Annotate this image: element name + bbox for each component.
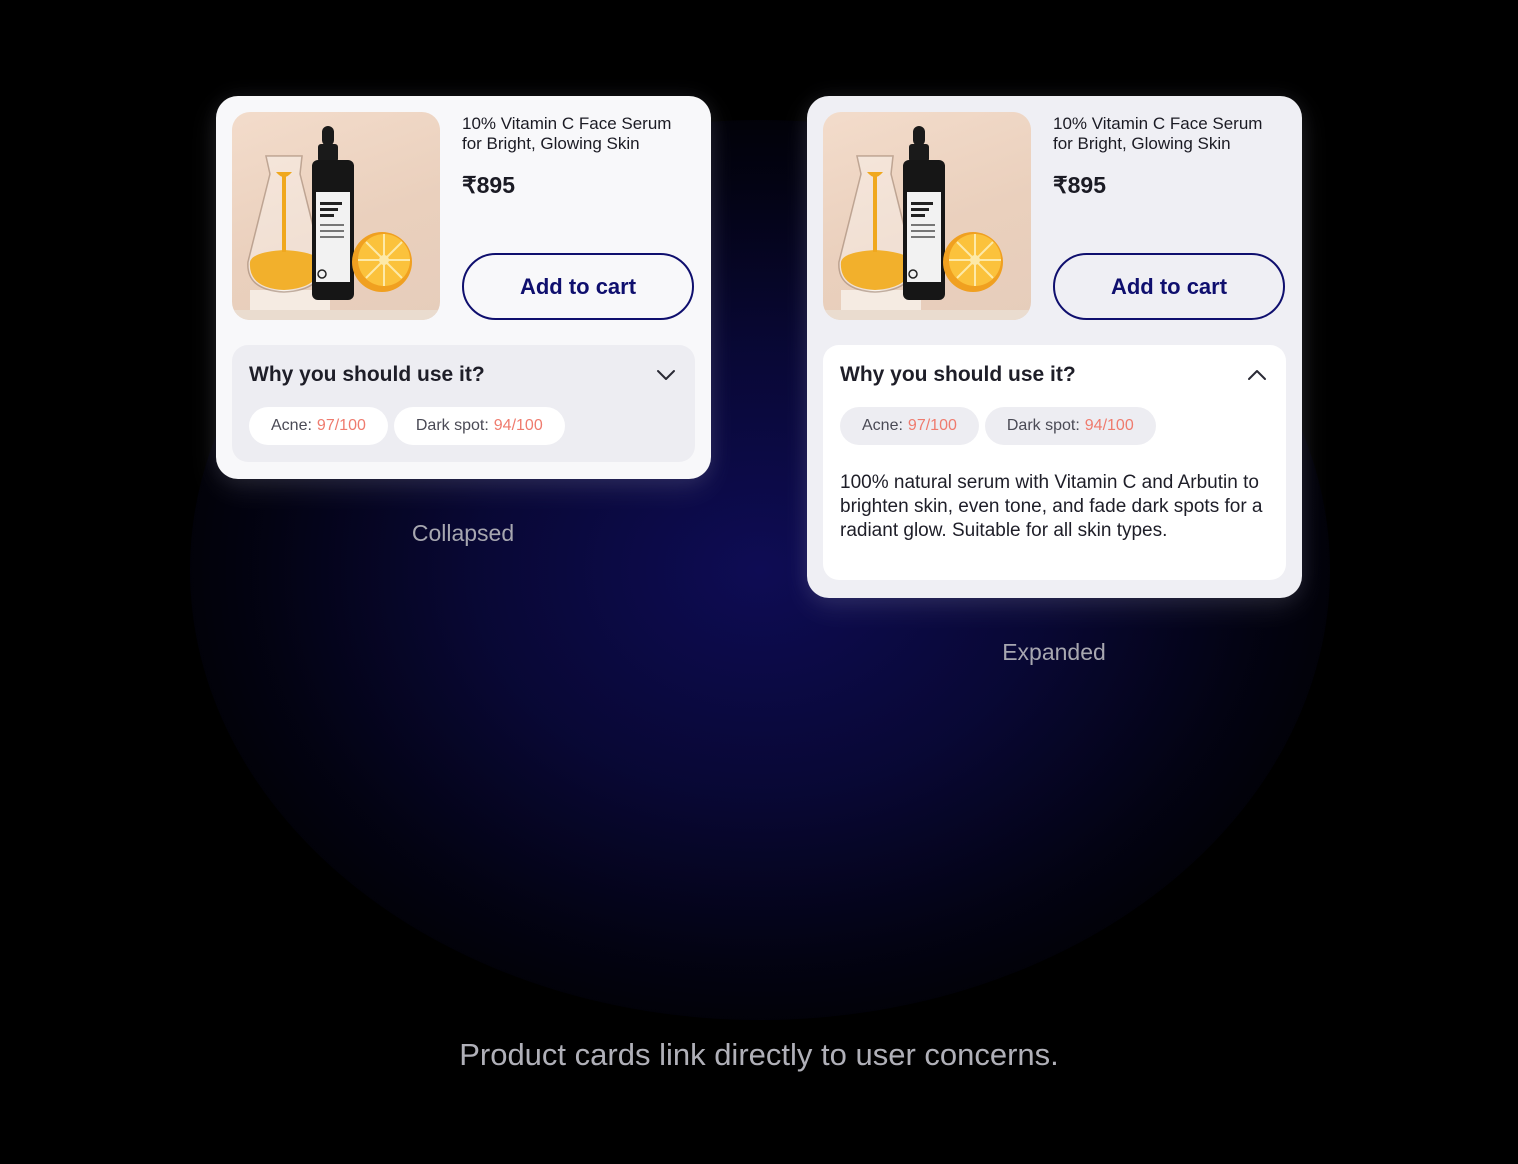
product-info: 10% Vitamin C Face Serum for Bright, Glo… xyxy=(462,112,695,320)
chip-label: Acne: xyxy=(862,417,903,434)
add-to-cart-button[interactable]: Add to cart xyxy=(1053,253,1285,320)
chevron-down-icon[interactable] xyxy=(654,363,678,387)
why-use-accordion[interactable]: Why you should use it? Acne: 97/100 Dark… xyxy=(232,345,695,462)
expanded-caption: Expanded xyxy=(1002,639,1106,665)
chip-value: 97/100 xyxy=(316,417,366,434)
chip-label: Acne: xyxy=(271,417,312,434)
score-chips: Acne: 97/100 Dark spot: 94/100 xyxy=(840,407,1269,445)
chip-value: 94/100 xyxy=(493,417,543,434)
product-image[interactable] xyxy=(232,112,440,320)
accordion-header[interactable]: Why you should use it? xyxy=(840,361,1269,389)
collapsed-caption: Collapsed xyxy=(411,520,515,546)
why-use-accordion[interactable]: Why you should use it? Acne: 97/100 Dark… xyxy=(823,345,1286,580)
footer-tagline: Product cards link directly to user conc… xyxy=(459,1037,1059,1072)
serum-bottle-icon xyxy=(232,126,440,320)
chip-value: 94/100 xyxy=(1084,417,1134,434)
chip-label: Dark spot: xyxy=(415,417,489,434)
accordion-title: Why you should use it? xyxy=(249,363,485,386)
product-summary: 10% Vitamin C Face Serum for Bright, Glo… xyxy=(232,112,695,320)
dark-spot-score-chip: Dark spot: 94/100 xyxy=(984,407,1156,445)
chip-value: 97/100 xyxy=(907,417,957,434)
score-chips: Acne: 97/100 Dark spot: 94/100 xyxy=(249,407,678,445)
add-to-cart-button[interactable]: Add to cart xyxy=(462,253,694,320)
acne-score-chip: Acne: 97/100 xyxy=(840,407,979,445)
product-title: 10% Vitamin C Face Serum for Bright, Glo… xyxy=(462,114,672,153)
product-title: 10% Vitamin C Face Serum for Bright, Glo… xyxy=(1053,114,1263,153)
chevron-up-icon[interactable] xyxy=(1245,363,1269,387)
chip-label: Dark spot: xyxy=(1006,417,1080,434)
accordion-title: Why you should use it? xyxy=(840,363,1076,386)
acne-score-chip: Acne: 97/100 xyxy=(249,407,388,445)
product-card-expanded[interactable]: 10% Vitamin C Face Serum for Bright, Glo… xyxy=(807,96,1302,598)
dark-spot-score-chip: Dark spot: 94/100 xyxy=(393,407,565,445)
product-price: ₹895 xyxy=(1053,172,1107,198)
product-summary: 10% Vitamin C Face Serum for Bright, Glo… xyxy=(823,112,1286,320)
accordion-header[interactable]: Why you should use it? xyxy=(249,361,678,389)
product-price: ₹895 xyxy=(462,172,516,198)
product-image[interactable] xyxy=(823,112,1031,320)
product-info: 10% Vitamin C Face Serum for Bright, Glo… xyxy=(1053,112,1286,320)
product-description: 100% natural serum with Vitamin C and Ar… xyxy=(840,472,1263,541)
serum-bottle-icon xyxy=(823,126,1031,320)
product-card-collapsed[interactable]: 10% Vitamin C Face Serum for Bright, Glo… xyxy=(216,96,711,479)
